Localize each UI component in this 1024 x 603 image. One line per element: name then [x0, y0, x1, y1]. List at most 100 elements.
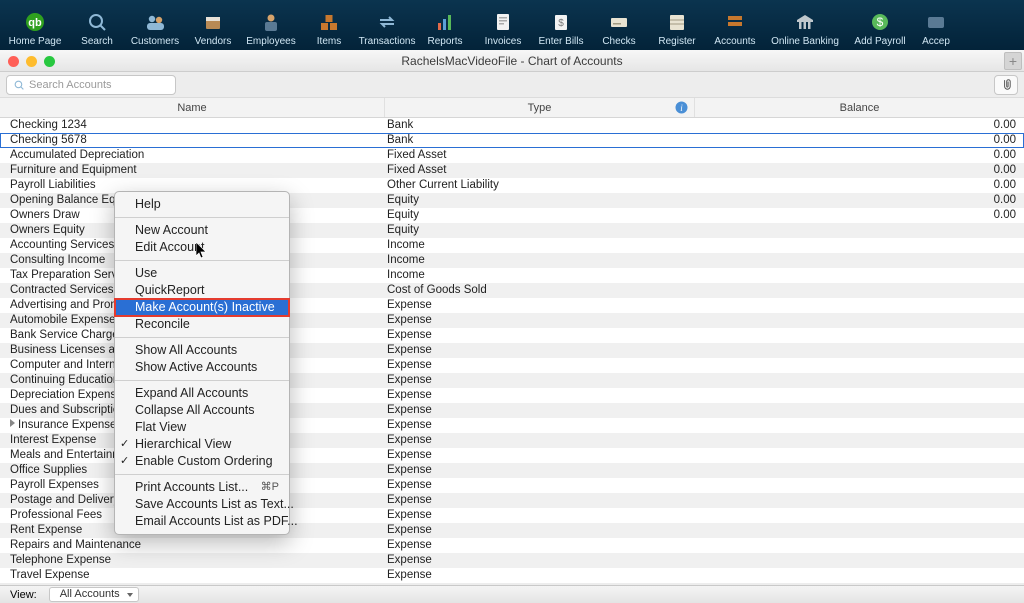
account-balance: 0.00 [710, 148, 1024, 163]
menu-item-new-account[interactable]: New Account [115, 222, 289, 239]
traffic-lights[interactable] [8, 56, 55, 67]
account-balance [710, 223, 1024, 238]
window-titlebar: RachelsMacVideoFile - Chart of Accounts … [0, 50, 1024, 72]
window-footer: View: All Accounts [0, 585, 1024, 603]
menu-item-show-all-accounts[interactable]: Show All Accounts [115, 342, 289, 359]
toolbar-search[interactable]: Search [68, 10, 126, 47]
account-balance [710, 493, 1024, 508]
account-type: Expense [385, 358, 710, 373]
bank-icon [764, 10, 846, 34]
account-balance: 0.00 [710, 193, 1024, 208]
minimize-window-icon[interactable] [26, 56, 37, 67]
account-type: Bank [385, 133, 710, 148]
account-row[interactable]: Telephone ExpenseExpense [0, 553, 1024, 568]
account-type: Equity [385, 208, 710, 223]
toolbar-home-page[interactable]: Home Page [2, 10, 68, 47]
account-balance [710, 418, 1024, 433]
account-name: Accumulated Depreciation [0, 148, 385, 163]
column-type-header[interactable]: Type [385, 98, 695, 117]
account-type: Expense [385, 343, 710, 358]
account-type: Expense [385, 313, 710, 328]
menu-item-enable-custom-ordering[interactable]: Enable Custom Ordering [115, 453, 289, 470]
expand-caret-icon[interactable] [10, 419, 15, 427]
account-type: Expense [385, 478, 710, 493]
menu-item-reconcile[interactable]: Reconcile [115, 316, 289, 333]
toolbar-online-banking[interactable]: Online Banking [764, 10, 846, 47]
account-balance [710, 313, 1024, 328]
account-type: Bank [385, 118, 710, 133]
account-balance [710, 238, 1024, 253]
view-dropdown[interactable]: All Accounts [49, 587, 139, 602]
invoices-icon [474, 10, 532, 34]
accept-icon [914, 10, 958, 34]
account-type: Expense [385, 523, 710, 538]
menu-item-edit-account[interactable]: Edit Account [115, 239, 289, 256]
menu-item-email-accounts-list-as-pdf[interactable]: Email Accounts List as PDF... [115, 513, 289, 530]
menu-item-print-accounts-list[interactable]: Print Accounts List...⌘P [115, 479, 289, 496]
account-balance: 0.00 [710, 133, 1024, 148]
column-name-header[interactable]: Name [0, 98, 385, 117]
close-window-icon[interactable] [8, 56, 19, 67]
toolbar-add-payroll[interactable]: Add Payroll [846, 10, 914, 47]
menu-item-help[interactable]: Help [115, 196, 289, 213]
toolbar-accounts[interactable]: Accounts [706, 10, 764, 47]
toolbar-items[interactable]: Items [300, 10, 358, 47]
menu-item-flat-view[interactable]: Flat View [115, 419, 289, 436]
account-name: Telephone Expense [0, 553, 385, 568]
menu-item-use[interactable]: Use [115, 265, 289, 282]
account-balance [710, 388, 1024, 403]
zoom-window-icon[interactable] [44, 56, 55, 67]
account-balance: 0.00 [710, 178, 1024, 193]
menu-item-expand-all-accounts[interactable]: Expand All Accounts [115, 385, 289, 402]
menu-item-quickreport[interactable]: QuickReport [115, 282, 289, 299]
account-balance [710, 553, 1024, 568]
context-menu: Help New AccountEdit Account UseQuickRepor… [114, 191, 290, 535]
search-input[interactable]: Search Accounts [6, 75, 176, 95]
account-name: Checking 5678 [0, 133, 385, 148]
account-balance [710, 448, 1024, 463]
account-type: Income [385, 268, 710, 283]
toolbar-customers[interactable]: Customers [126, 10, 184, 47]
transactions-icon [358, 10, 416, 34]
toolbar-checks[interactable]: Checks [590, 10, 648, 47]
add-button[interactable]: + [1004, 52, 1022, 70]
column-balance-header[interactable]: Balance [695, 98, 1024, 117]
account-type: Expense [385, 373, 710, 388]
toolbar-register[interactable]: Register [648, 10, 706, 47]
account-row[interactable]: Furniture and EquipmentFixed Asset0.00 [0, 163, 1024, 178]
account-balance [710, 523, 1024, 538]
account-type: Other Current Liability [385, 178, 710, 193]
menu-item-collapse-all-accounts[interactable]: Collapse All Accounts [115, 402, 289, 419]
toolbar-employees[interactable]: Employees [242, 10, 300, 47]
account-row[interactable]: Checking 5678Bank0.00 [0, 133, 1024, 148]
account-row[interactable]: Travel ExpenseExpense [0, 568, 1024, 583]
search-icon [13, 79, 25, 91]
menu-item-show-active-accounts[interactable]: Show Active Accounts [115, 359, 289, 376]
account-row[interactable]: Accumulated DepreciationFixed Asset0.00 [0, 148, 1024, 163]
toolbar-accep[interactable]: Accep [914, 10, 958, 47]
accounts-window: RachelsMacVideoFile - Chart of Accounts … [0, 50, 1024, 603]
menu-item-save-accounts-list-as-text[interactable]: Save Accounts List as Text... [115, 496, 289, 513]
account-type: Income [385, 253, 710, 268]
account-type: Equity [385, 223, 710, 238]
account-row[interactable]: Checking 1234Bank0.00 [0, 118, 1024, 133]
toolbar-reports[interactable]: Reports [416, 10, 474, 47]
account-type: Fixed Asset [385, 163, 710, 178]
account-name: Repairs and Maintenance [0, 538, 385, 553]
qb-icon [2, 10, 68, 34]
account-type: Expense [385, 508, 710, 523]
toolbar-enter-bills[interactable]: Enter Bills [532, 10, 590, 47]
toolbar-vendors[interactable]: Vendors [184, 10, 242, 47]
toolbar-transactions[interactable]: Transactions [358, 10, 416, 47]
menu-item-make-account-s-inactive[interactable]: Make Account(s) Inactive [115, 299, 289, 316]
account-row[interactable]: Repairs and MaintenanceExpense [0, 538, 1024, 553]
toolbar-invoices[interactable]: Invoices [474, 10, 532, 47]
menu-separator [115, 380, 289, 381]
account-balance [710, 478, 1024, 493]
account-balance [710, 433, 1024, 448]
attachments-button[interactable] [994, 75, 1018, 95]
account-balance [710, 343, 1024, 358]
menu-separator [115, 474, 289, 475]
menu-item-hierarchical-view[interactable]: Hierarchical View [115, 436, 289, 453]
account-balance [710, 253, 1024, 268]
